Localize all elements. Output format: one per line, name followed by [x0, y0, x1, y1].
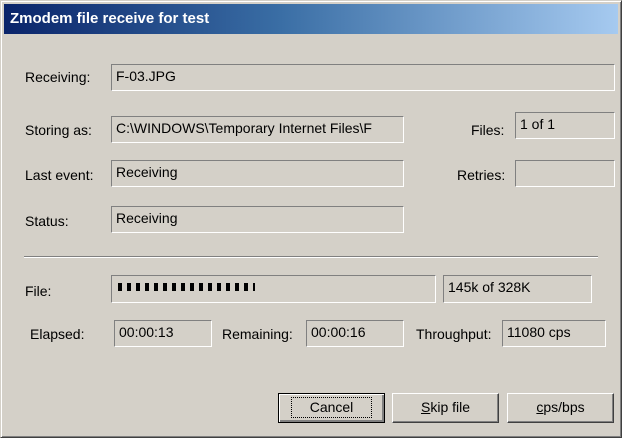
throughput-label: Throughput:: [416, 326, 492, 342]
skip-file-button[interactable]: Skip file: [392, 393, 499, 423]
file-label: File:: [25, 283, 52, 299]
file-progress-text: 145k of 328K: [443, 275, 592, 303]
elapsed-field: 00:00:13: [114, 320, 212, 347]
cps-bps-button[interactable]: cps/bps: [507, 393, 614, 423]
title-bar[interactable]: Zmodem file receive for test: [4, 4, 618, 34]
throughput-field: 11080 cps: [502, 320, 606, 347]
cps-bps-label: ps/bps: [543, 399, 585, 415]
cancel-button-label: Cancel: [290, 397, 373, 418]
storing-as-label: Storing as:: [25, 122, 92, 138]
zmodem-receive-dialog: Zmodem file receive for test Receiving: …: [0, 0, 622, 438]
window-title: Zmodem file receive for test: [10, 10, 210, 27]
cancel-button[interactable]: Cancel: [278, 393, 385, 423]
files-field: 1 of 1: [515, 112, 615, 139]
last-event-field: Receiving: [111, 160, 404, 187]
remaining-field: 00:00:16: [306, 320, 404, 347]
status-label: Status:: [25, 213, 69, 229]
storing-as-field: C:\WINDOWS\Temporary Internet Files\F: [111, 116, 404, 143]
retries-field: [515, 160, 615, 187]
files-label: Files:: [471, 122, 505, 138]
separator: [24, 256, 598, 258]
receiving-label: Receiving:: [25, 69, 91, 85]
receiving-field: F-03.JPG: [111, 64, 615, 91]
file-progress-bar: [111, 275, 436, 303]
remaining-label: Remaining:: [222, 326, 293, 342]
status-field: Receiving: [111, 206, 404, 233]
skip-file-mnemonic: S: [420, 399, 431, 415]
retries-label: Retries:: [457, 167, 506, 183]
last-event-label: Last event:: [25, 167, 94, 183]
skip-file-label: kip file: [430, 399, 471, 415]
file-progress-fill: [118, 283, 255, 291]
elapsed-label: Elapsed:: [30, 326, 85, 342]
